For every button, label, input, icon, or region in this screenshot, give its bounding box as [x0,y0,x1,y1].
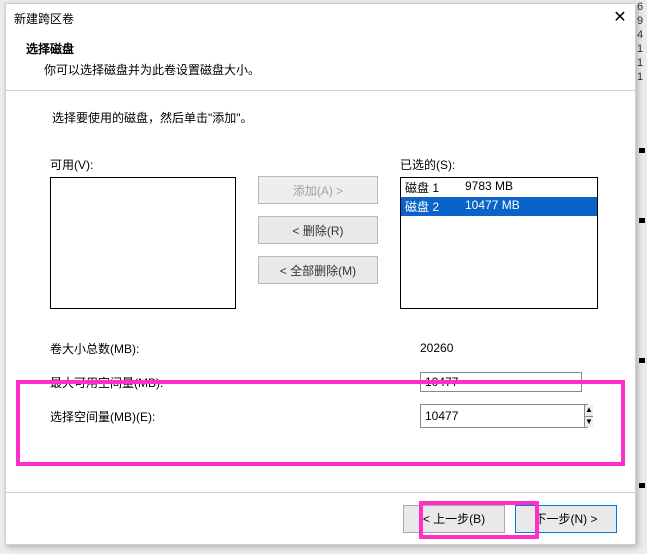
spinner-down-icon[interactable]: ▼ [585,417,593,428]
wizard-step-subtitle: 你可以选择磁盘并为此卷设置磁盘大小。 [26,61,615,78]
available-label: 可用(V): [50,156,236,173]
edge-glitch [639,358,645,363]
remove-button[interactable]: < 删除(R) [258,216,378,244]
wizard-header: 选择磁盘 你可以选择磁盘并为此卷设置磁盘大小。 [6,32,635,90]
edge-glitch [639,483,645,488]
edge-glitch [639,218,645,223]
disk-name: 磁盘 1 [405,179,465,196]
select-space-label: 选择空间量(MB)(E): [50,408,420,425]
total-size-label: 卷大小总数(MB): [50,340,420,357]
instruction-text: 选择要使用的磁盘，然后单击"添加"。 [52,109,609,126]
spinner-up-icon[interactable]: ▲ [585,405,593,417]
max-space-field[interactable] [420,372,582,392]
wizard-dialog: 新建跨区卷 ✕ 选择磁盘 你可以选择磁盘并为此卷设置磁盘大小。 选择要使用的磁盘… [5,3,636,545]
edge-glitch [639,148,645,153]
spinner-buttons: ▲ ▼ [584,405,593,427]
close-button[interactable]: ✕ [609,7,631,27]
disk-row[interactable]: 磁盘 210477 MB [401,197,597,216]
available-disks-listbox[interactable] [50,177,236,309]
window-title: 新建跨区卷 [14,10,74,27]
select-space-spinner[interactable]: ▲ ▼ [420,404,588,428]
back-button[interactable]: < 上一步(B) [403,505,505,533]
titlebar: 新建跨区卷 ✕ [6,4,635,32]
wizard-footer: < 上一步(B) 下一步(N) > [6,492,635,544]
selected-label: 已选的(S): [400,156,598,173]
disk-row[interactable]: 磁盘 19783 MB [401,178,597,197]
close-icon: ✕ [613,7,626,27]
next-button[interactable]: 下一步(N) > [515,505,617,533]
max-space-label: 最大可用空间量(MB): [50,374,420,391]
disk-size: 10477 MB [465,198,585,215]
add-button[interactable]: 添加(A) > [258,176,378,204]
select-space-input[interactable] [421,405,584,427]
selected-disks-listbox[interactable]: 磁盘 19783 MB磁盘 210477 MB [400,177,598,309]
disk-name: 磁盘 2 [405,198,465,215]
disk-size: 9783 MB [465,179,585,196]
total-size-value: 20260 [420,341,590,355]
wizard-step-title: 选择磁盘 [26,40,615,57]
remove-all-button[interactable]: < 全部删除(M) [258,256,378,284]
